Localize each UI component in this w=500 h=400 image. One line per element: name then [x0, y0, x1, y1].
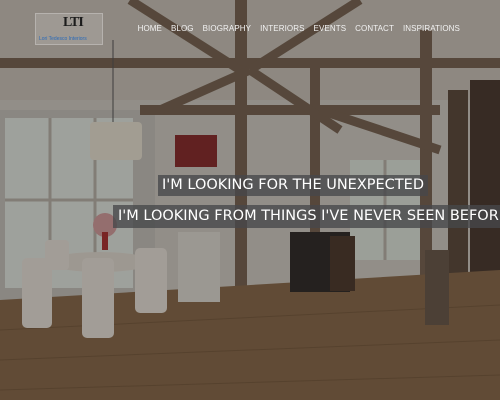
logo-text: Lori Tedesco Interiors — [39, 36, 87, 42]
nav-inspirations[interactable]: INSPIRATIONS — [403, 24, 460, 33]
nav-events[interactable]: EVENTS — [314, 24, 347, 33]
nav-home[interactable]: HOME — [138, 24, 162, 33]
main-nav: HOME BLOG BIOGRAPHY INTERIORS EVENTS CON… — [138, 24, 460, 33]
nav-biography[interactable]: BIOGRAPHY — [203, 24, 251, 33]
hero-headline-line-2: I'M LOOKING FROM THINGS I'VE NEVER SEEN … — [113, 205, 500, 228]
logo-mark: LTI — [63, 15, 84, 30]
site-logo[interactable]: LTI Lori Tedesco Interiors — [35, 13, 103, 45]
hero-section: LTI Lori Tedesco Interiors HOME BLOG BIO… — [0, 0, 500, 400]
hero-headline-line-1: I'M LOOKING FOR THE UNEXPECTED — [158, 175, 428, 196]
nav-interiors[interactable]: INTERIORS — [260, 24, 304, 33]
nav-contact[interactable]: CONTACT — [355, 24, 394, 33]
dark-overlay — [0, 0, 500, 400]
nav-blog[interactable]: BLOG — [171, 24, 194, 33]
